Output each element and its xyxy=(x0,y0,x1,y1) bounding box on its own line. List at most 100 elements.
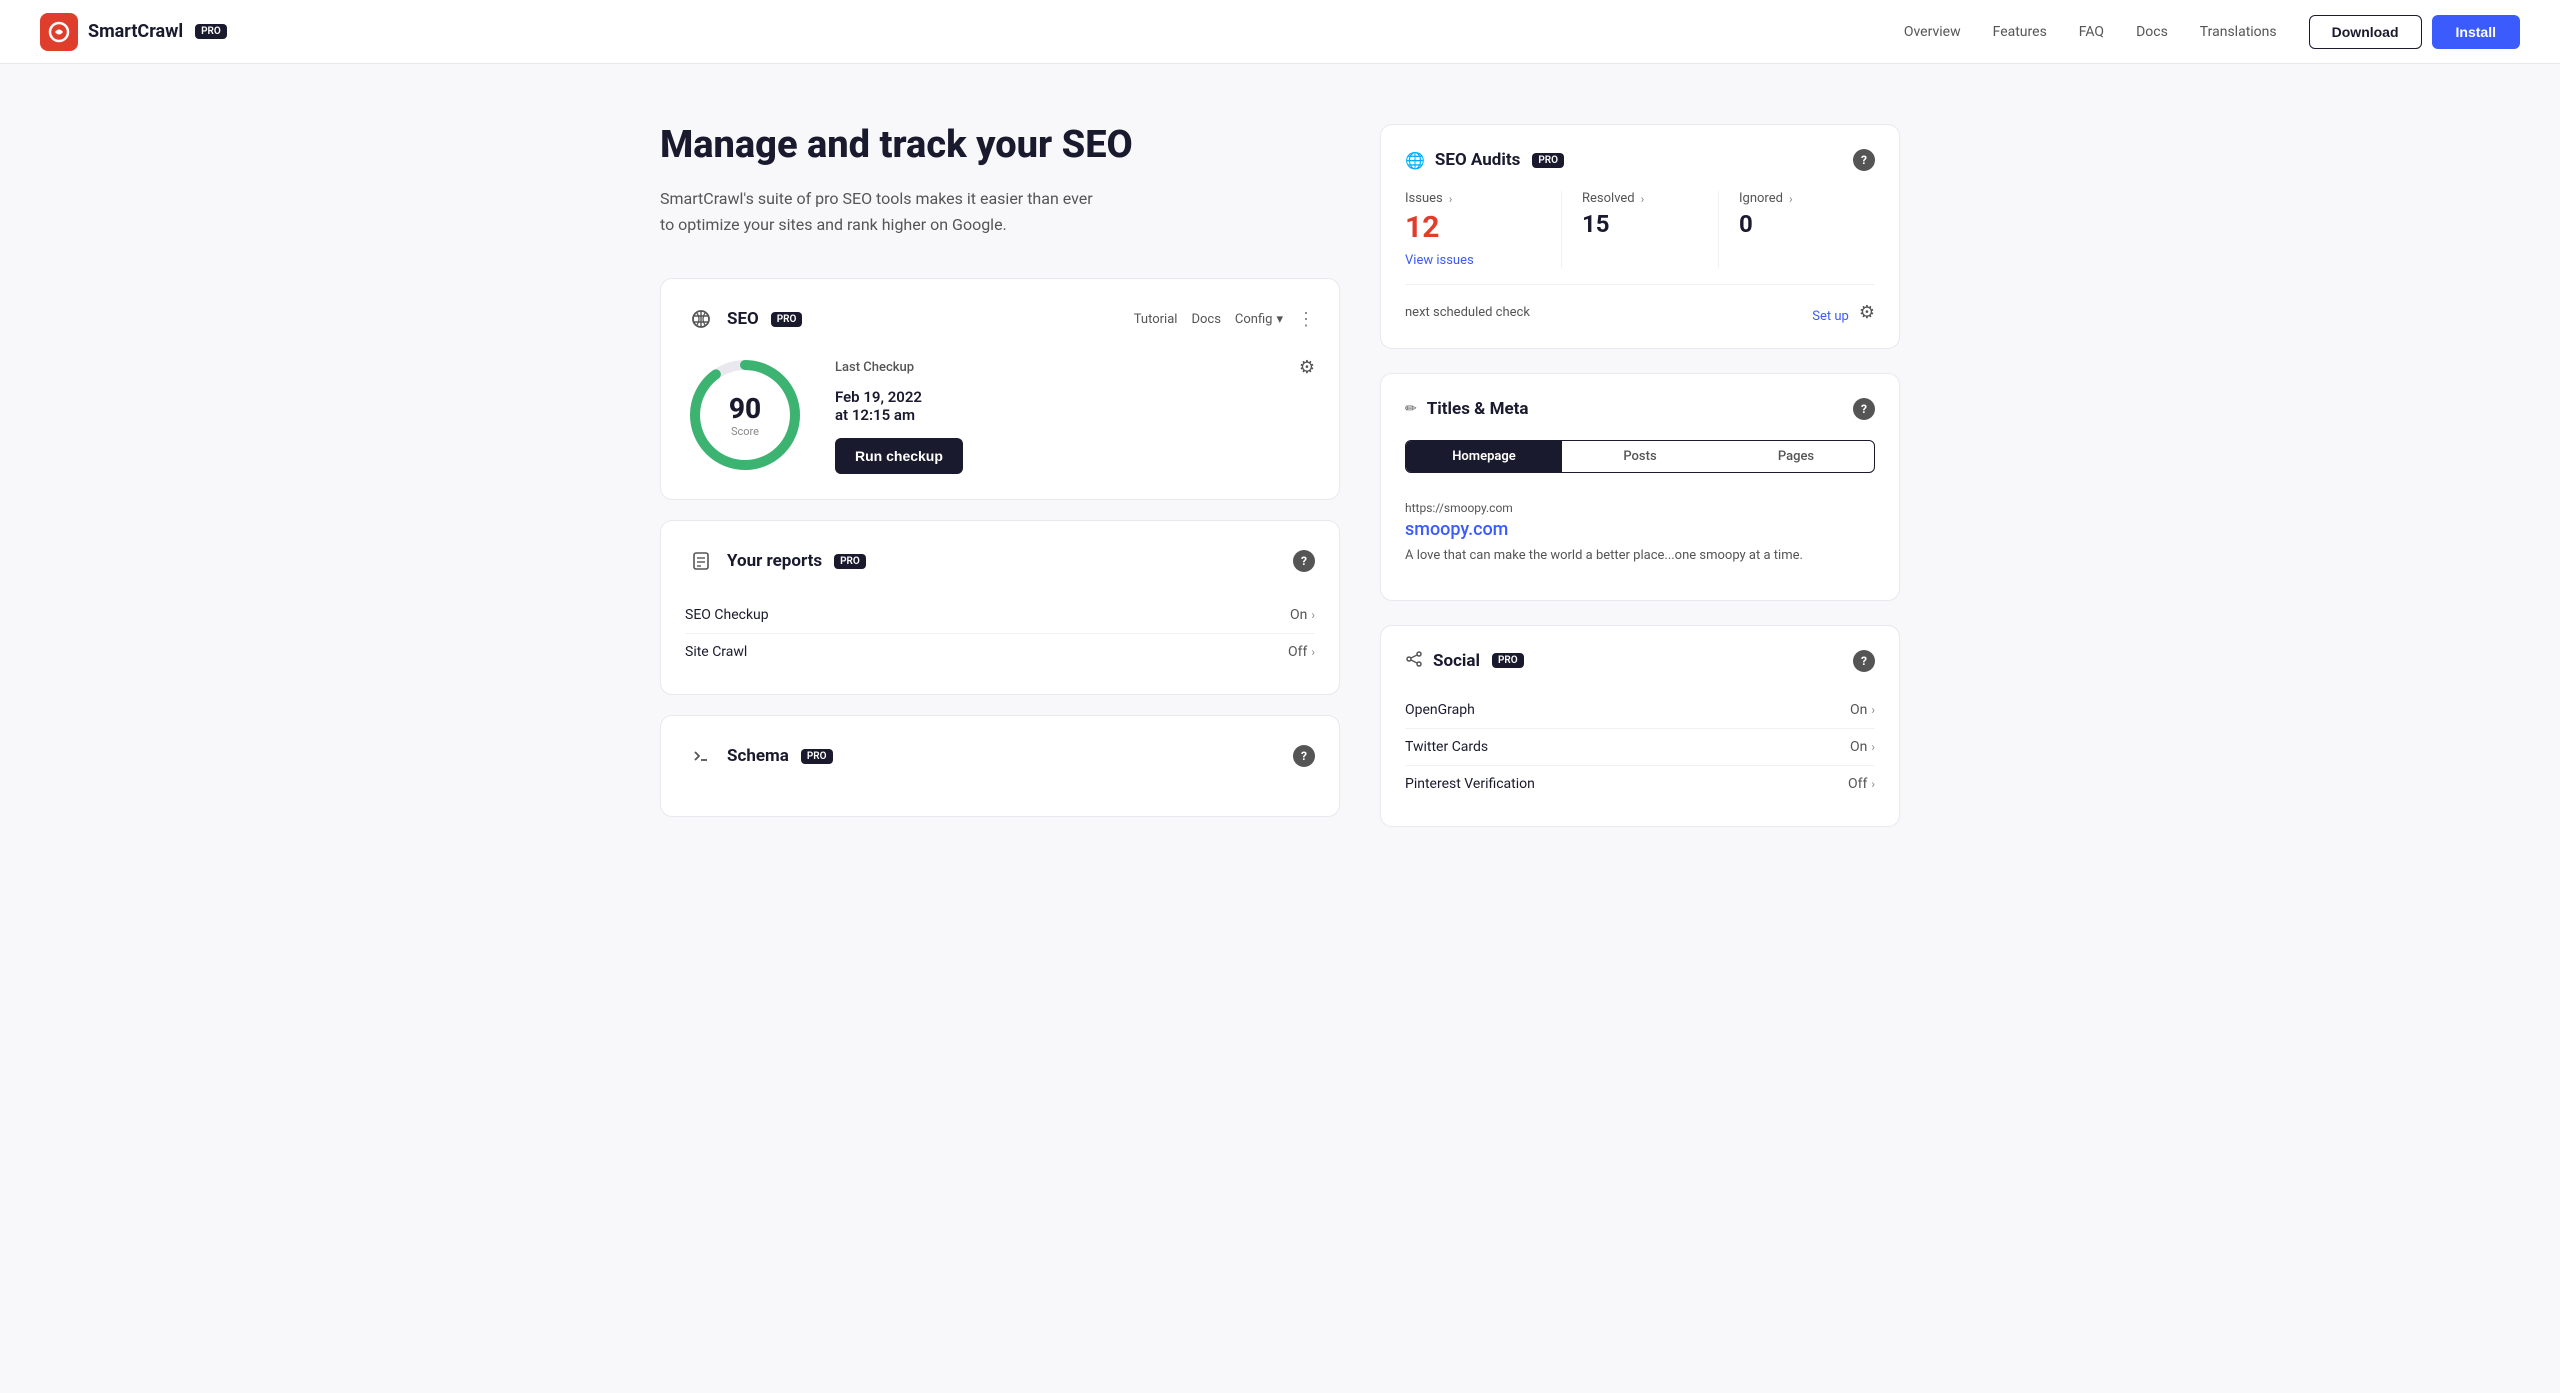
nav-overview[interactable]: Overview xyxy=(1904,24,1961,40)
schema-icon xyxy=(685,740,717,772)
settings-icon[interactable]: ⚙ xyxy=(1299,357,1315,378)
meta-preview: https://smoopy.com smoopy.com A love tha… xyxy=(1405,491,1875,576)
seo-audits-help-button[interactable]: ? xyxy=(1853,149,1875,171)
score-circle: 90 Score xyxy=(685,355,805,475)
report-label-seo-checkup: SEO Checkup xyxy=(685,607,769,623)
report-status-seo-checkup[interactable]: On › xyxy=(1290,607,1315,623)
chevron-right-icon: › xyxy=(1311,608,1315,622)
seo-audits-header: 🌐 SEO Audits PRO ? xyxy=(1405,149,1875,171)
seo-info: Last Checkup ⚙ Feb 19, 2022 at 12:15 am … xyxy=(835,357,1315,474)
nav-links: Overview Features FAQ Docs Translations xyxy=(1904,24,2277,40)
reports-card-header: Your reports PRO ? xyxy=(685,545,1315,577)
audit-ignored: Ignored › 0 xyxy=(1718,191,1875,268)
reports-icon xyxy=(685,545,717,577)
seo-card-actions: Tutorial Docs Config ▾ ⋮ xyxy=(1134,309,1315,330)
resolved-label[interactable]: Resolved › xyxy=(1582,191,1718,206)
ignored-label[interactable]: Ignored › xyxy=(1739,191,1875,206)
seo-body: 90 Score Last Checkup ⚙ Feb 19, 2022 at … xyxy=(685,355,1315,475)
nav-docs[interactable]: Docs xyxy=(2136,24,2168,40)
audit-resolved: Resolved › 15 xyxy=(1561,191,1718,268)
chevron-right-issues: › xyxy=(1449,192,1453,206)
report-label-site-crawl: Site Crawl xyxy=(685,644,747,660)
tab-posts[interactable]: Posts xyxy=(1562,441,1718,472)
social-pro-badge: PRO xyxy=(1492,653,1524,668)
social-status-twitter[interactable]: On › xyxy=(1850,739,1875,755)
social-status-pinterest[interactable]: Off › xyxy=(1848,776,1875,792)
chevron-right-icon-2: › xyxy=(1311,645,1315,659)
reports-list: SEO Checkup On › Site Crawl Off › xyxy=(685,597,1315,670)
setup-link[interactable]: Set up xyxy=(1812,309,1849,324)
tab-pages[interactable]: Pages xyxy=(1718,441,1874,472)
social-row-twitter: Twitter Cards On › xyxy=(1405,729,1875,766)
view-issues-link[interactable]: View issues xyxy=(1405,253,1474,268)
social-label-twitter: Twitter Cards xyxy=(1405,739,1488,755)
social-header: Social PRO ? xyxy=(1405,650,1875,672)
audit-stats: Issues › 12 View issues Resolved › 15 Ig… xyxy=(1405,191,1875,268)
tab-homepage[interactable]: Homepage xyxy=(1406,441,1562,472)
seo-pro-badge: PRO xyxy=(771,312,803,327)
nav-faq[interactable]: FAQ xyxy=(2079,24,2104,40)
report-row-seo-checkup: SEO Checkup On › xyxy=(685,597,1315,634)
more-options-icon[interactable]: ⋮ xyxy=(1297,309,1315,330)
nav-translations[interactable]: Translations xyxy=(2200,24,2277,40)
meta-description: A love that can make the world a better … xyxy=(1405,546,1875,566)
social-status-opengraph[interactable]: On › xyxy=(1850,702,1875,718)
score-label: Score xyxy=(731,425,759,438)
schema-card-header: Schema PRO ? xyxy=(685,740,1315,772)
schema-card-title: Schema xyxy=(727,746,789,766)
chevron-down-icon: ▾ xyxy=(1276,312,1283,327)
social-label-opengraph: OpenGraph xyxy=(1405,702,1475,718)
social-label-pinterest: Pinterest Verification xyxy=(1405,776,1535,792)
install-button[interactable]: Install xyxy=(2432,15,2520,49)
seo-card-header: SEO PRO Tutorial Docs Config ▾ ⋮ xyxy=(685,303,1315,335)
chevron-right-pinterest: › xyxy=(1871,777,1875,791)
seo-card: SEO PRO Tutorial Docs Config ▾ ⋮ xyxy=(660,278,1340,500)
reports-help-button[interactable]: ? xyxy=(1293,550,1315,572)
meta-site-name[interactable]: smoopy.com xyxy=(1405,519,1875,540)
globe-icon: 🌐 xyxy=(1405,151,1425,170)
seo-audits-title: SEO Audits xyxy=(1435,150,1520,170)
issues-label[interactable]: Issues › xyxy=(1405,191,1541,206)
pencil-icon: ✏ xyxy=(1405,401,1417,417)
tab-bar: Homepage Posts Pages xyxy=(1405,440,1875,473)
checkup-date: Feb 19, 2022 at 12:15 am xyxy=(835,388,1315,424)
logo-icon xyxy=(40,13,78,51)
social-title: Social xyxy=(1433,651,1480,671)
logo-text: SmartCrawl xyxy=(88,21,183,42)
social-card: Social PRO ? OpenGraph On › Twitter Card… xyxy=(1380,625,1900,827)
seo-audits-card: 🌐 SEO Audits PRO ? Issues › 12 View issu… xyxy=(1380,124,1900,349)
schema-card: Schema PRO ? xyxy=(660,715,1340,817)
docs-link[interactable]: Docs xyxy=(1191,312,1220,327)
last-checkup-label: Last Checkup xyxy=(835,360,914,375)
logo: SmartCrawl PRO xyxy=(40,13,227,51)
audit-settings-icon[interactable]: ⚙ xyxy=(1859,302,1875,323)
schema-help-button[interactable]: ? xyxy=(1293,745,1315,767)
config-button[interactable]: Config ▾ xyxy=(1235,312,1283,327)
titles-meta-header: ✏ Titles & Meta ? xyxy=(1405,398,1875,420)
score-number: 90 xyxy=(729,392,761,425)
issues-value: 12 xyxy=(1405,210,1541,245)
run-checkup-button[interactable]: Run checkup xyxy=(835,438,963,474)
audit-schedule-row: next scheduled check Set up ⚙ xyxy=(1405,301,1875,324)
titles-meta-title: Titles & Meta xyxy=(1427,399,1529,419)
chevron-right-og: › xyxy=(1871,703,1875,717)
social-list: OpenGraph On › Twitter Cards On › Pinter… xyxy=(1405,692,1875,802)
reports-pro-badge: PRO xyxy=(834,554,866,569)
resolved-value: 15 xyxy=(1582,210,1718,238)
chevron-right-ignored: › xyxy=(1789,192,1793,206)
nav-features[interactable]: Features xyxy=(1993,24,2047,40)
audit-issues: Issues › 12 View issues xyxy=(1405,191,1561,268)
seo-card-title: SEO xyxy=(727,309,759,329)
download-button[interactable]: Download xyxy=(2309,15,2422,49)
social-help-button[interactable]: ? xyxy=(1853,650,1875,672)
report-status-site-crawl[interactable]: Off › xyxy=(1288,644,1315,660)
tutorial-link[interactable]: Tutorial xyxy=(1134,312,1178,327)
social-row-opengraph: OpenGraph On › xyxy=(1405,692,1875,729)
titles-meta-help-button[interactable]: ? xyxy=(1853,398,1875,420)
hero-description: SmartCrawl's suite of pro SEO tools make… xyxy=(660,186,1100,239)
score-display: 90 Score xyxy=(685,355,805,475)
seo-audits-pro-badge: PRO xyxy=(1532,153,1564,168)
reports-card: Your reports PRO ? SEO Checkup On › Site… xyxy=(660,520,1340,695)
reports-card-title: Your reports xyxy=(727,551,822,571)
chevron-right-resolved: › xyxy=(1641,192,1645,206)
